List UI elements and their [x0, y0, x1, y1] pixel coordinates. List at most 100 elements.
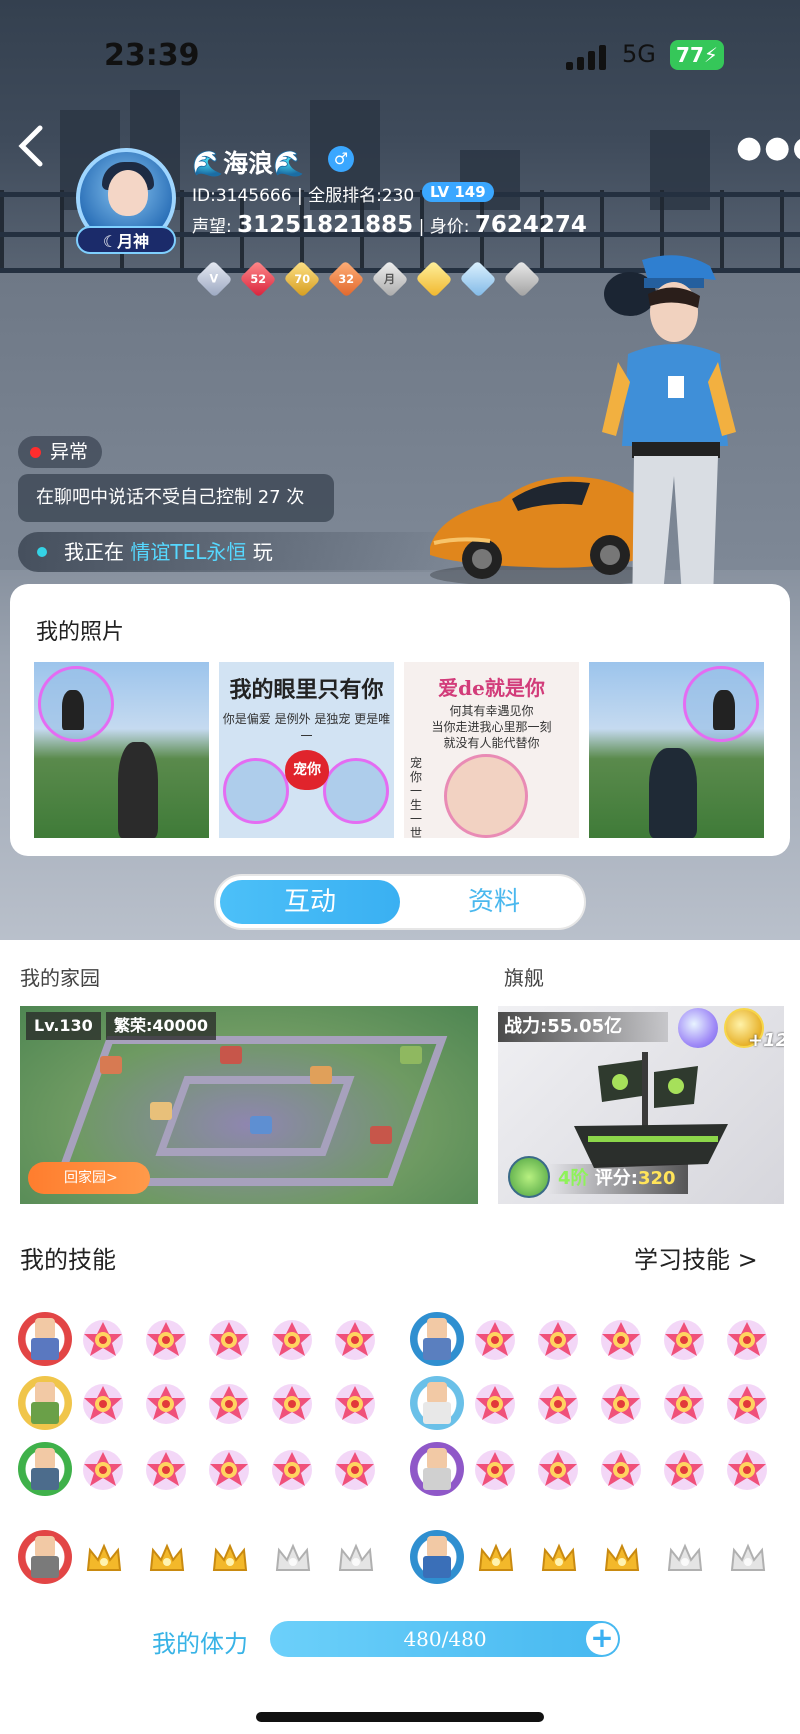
skill-flower-icon[interactable]	[470, 1444, 520, 1494]
diamond-badge-silver[interactable]	[503, 260, 541, 298]
skill-flower-icon[interactable]	[722, 1378, 772, 1428]
flagship-tier: 4阶	[558, 1168, 589, 1189]
home-building	[100, 1056, 122, 1074]
skill-flower-icon[interactable]	[204, 1444, 254, 1494]
skill-flower-icon[interactable]	[78, 1444, 128, 1494]
skill-crown-gold-icon[interactable]	[539, 1540, 579, 1576]
home-prosperity: 繁荣:40000	[106, 1012, 217, 1040]
skill-flower-icon[interactable]	[533, 1378, 583, 1428]
skill-flower-icon[interactable]	[596, 1314, 646, 1364]
avatar-title-tag: ☾月神	[76, 226, 176, 254]
playing-game-name[interactable]: 情谊TEL永恒	[130, 540, 246, 564]
tab-profile-info[interactable]: 资料	[404, 880, 584, 924]
skill-row	[18, 1442, 788, 1502]
skill-flower-icon[interactable]	[533, 1444, 583, 1494]
status-detail: 在聊吧中说话不受自己控制 27 次	[18, 474, 334, 522]
skill-crown-gold-icon[interactable]	[476, 1540, 516, 1576]
skill-flower-icon[interactable]	[330, 1444, 380, 1494]
battery-icon: 77⚡	[670, 40, 724, 70]
back-button[interactable]	[16, 124, 56, 172]
skill-flower-icon[interactable]	[330, 1378, 380, 1428]
abnormal-status-chip[interactable]: 异常	[18, 436, 103, 468]
skill-flower-icon[interactable]	[267, 1314, 317, 1364]
gem-icon	[678, 1008, 718, 1048]
home-card[interactable]: Lv.130 繁荣:40000 回家园>	[20, 1006, 478, 1204]
skill-crown-gold-icon[interactable]	[602, 1540, 642, 1576]
tab-switch: 互动 资料	[214, 874, 586, 930]
skill-flower-icon[interactable]	[470, 1378, 520, 1428]
skill-flower-icon[interactable]	[533, 1314, 583, 1364]
photo-person	[62, 690, 84, 730]
skill-character-avatar[interactable]	[410, 1312, 464, 1366]
playing-game-row[interactable]: 我正在 情谊TEL永恒 玩	[18, 532, 468, 572]
diamond-badge-gold[interactable]	[415, 260, 453, 298]
level-badge-orange[interactable]: 32	[327, 260, 365, 298]
skill-character-avatar[interactable]	[18, 1530, 72, 1584]
skill-character-avatar[interactable]	[18, 1376, 72, 1430]
flagship-section-title: 旗舰	[504, 966, 544, 990]
skill-flower-icon[interactable]	[722, 1314, 772, 1364]
skill-row	[18, 1530, 788, 1590]
badge-text: 32	[338, 272, 354, 286]
flagship-card[interactable]: 战力:55.05亿 +12 4阶 评分:320	[498, 1006, 784, 1204]
badge-text: 月	[384, 272, 396, 287]
status-bar: 23:39 5G 77⚡	[0, 30, 800, 80]
skill-flower-icon[interactable]	[596, 1444, 646, 1494]
skill-crown-gold-icon[interactable]	[84, 1540, 124, 1576]
skill-flower-icon[interactable]	[267, 1378, 317, 1428]
skill-flower-icon[interactable]	[141, 1444, 191, 1494]
prestige-label: 声望:	[192, 217, 238, 237]
skill-flower-icon[interactable]	[659, 1444, 709, 1494]
skill-flower-icon[interactable]	[267, 1444, 317, 1494]
skills-title: 我的技能	[20, 1246, 116, 1274]
tab-interaction[interactable]: 互动	[220, 880, 400, 924]
skill-flower-icon[interactable]	[330, 1314, 380, 1364]
skill-character-avatar[interactable]	[18, 1442, 72, 1496]
prestige-line: 声望: 31251821885 | 身价: 7624274	[192, 212, 587, 238]
skill-flower-icon[interactable]	[141, 1378, 191, 1428]
add-stamina-button[interactable]: +	[586, 1623, 618, 1655]
skill-flower-icon[interactable]	[596, 1378, 646, 1428]
skill-flower-icon[interactable]	[141, 1314, 191, 1364]
skill-character-avatar[interactable]	[18, 1312, 72, 1366]
photo-list: 我的眼里只有你 你是偏爱 是例外 是独宠 更是唯一 宠你 爱de就是你 何其有幸…	[34, 662, 764, 838]
skill-flower-icon[interactable]	[722, 1444, 772, 1494]
skill-character-avatar[interactable]	[410, 1442, 464, 1496]
skill-character-avatar[interactable]	[410, 1530, 464, 1584]
level-badge-red[interactable]: 52	[239, 260, 277, 298]
skill-crown-silver-icon[interactable]	[665, 1540, 705, 1576]
home-building	[400, 1046, 422, 1064]
photo-item[interactable]: 我的眼里只有你 你是偏爱 是例外 是独宠 更是唯一 宠你	[219, 662, 394, 838]
playing-prefix: 我正在	[64, 540, 131, 564]
learn-skill-link[interactable]: 学习技能 >	[634, 1240, 758, 1275]
photo-item[interactable]	[589, 662, 764, 838]
skill-crown-silver-icon[interactable]	[728, 1540, 768, 1576]
enhance-level: +12	[748, 1030, 784, 1051]
skill-character-avatar[interactable]	[410, 1376, 464, 1430]
more-button[interactable]: ●●●	[736, 130, 800, 165]
nickname: 🌊海浪🌊	[192, 149, 305, 178]
home-level: Lv.130	[26, 1012, 101, 1040]
photo-item[interactable]	[34, 662, 209, 838]
skill-flower-icon[interactable]	[470, 1314, 520, 1364]
vip-badge[interactable]: V	[195, 260, 233, 298]
level-badge-gold[interactable]: 70	[283, 260, 321, 298]
skill-crown-gold-icon[interactable]	[147, 1540, 187, 1576]
skill-flower-icon[interactable]	[204, 1378, 254, 1428]
photo-item[interactable]: 爱de就是你 何其有幸遇见你 当你走进我心里那一刻 就没有人能代替你 宠你一生一…	[404, 662, 579, 838]
go-home-button[interactable]: 回家园>	[28, 1162, 150, 1194]
skill-flower-icon[interactable]	[78, 1378, 128, 1428]
photo-ring	[444, 754, 528, 838]
male-icon: ♂	[328, 146, 354, 172]
skill-flower-icon[interactable]	[78, 1314, 128, 1364]
skill-flower-icon[interactable]	[204, 1314, 254, 1364]
skill-crown-gold-icon[interactable]	[210, 1540, 250, 1576]
home-section-title: 我的家园	[20, 966, 100, 990]
photo-line: 何其有幸遇见你	[449, 704, 534, 718]
diamond-badge-blue[interactable]	[459, 260, 497, 298]
skill-crown-silver-icon[interactable]	[336, 1540, 376, 1576]
skill-flower-icon[interactable]	[659, 1314, 709, 1364]
moon-badge[interactable]: 月	[371, 260, 409, 298]
skill-flower-icon[interactable]	[659, 1378, 709, 1428]
skill-crown-silver-icon[interactable]	[273, 1540, 313, 1576]
